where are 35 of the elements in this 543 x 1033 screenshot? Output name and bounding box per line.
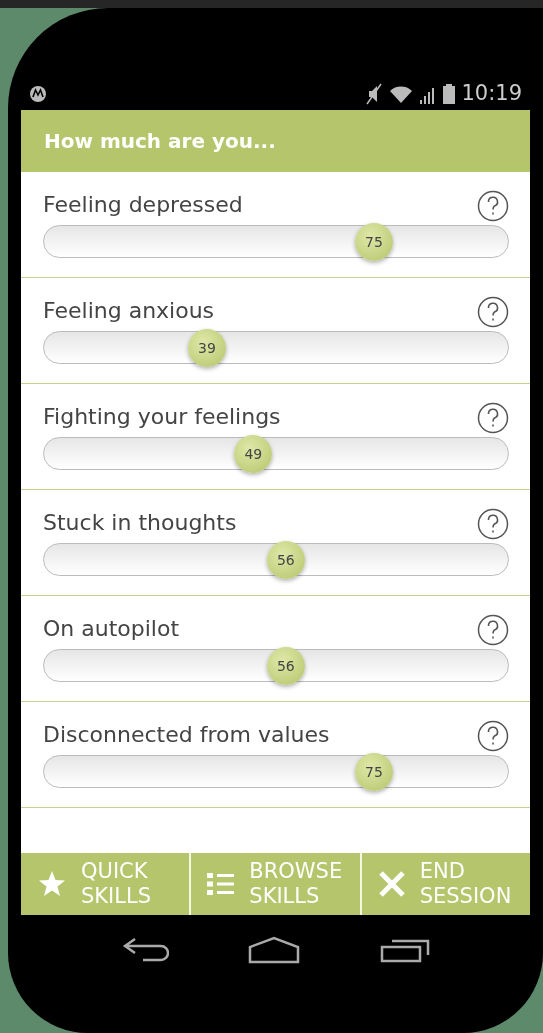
slider-track[interactable]: 75	[43, 755, 509, 788]
help-icon[interactable]	[477, 508, 509, 540]
slider-track[interactable]: 56	[43, 543, 509, 576]
wifi-icon	[389, 84, 414, 104]
slider-label: Fighting your feelings	[43, 403, 281, 431]
star-icon	[37, 869, 67, 899]
slider-label: Feeling depressed	[43, 191, 243, 219]
slider-label: Disconnected from values	[43, 721, 330, 749]
slider-track[interactable]: 49	[43, 437, 509, 470]
slider-thumb[interactable]: 56	[266, 647, 305, 685]
help-icon[interactable]	[477, 296, 509, 328]
recent-apps-icon[interactable]	[380, 937, 431, 963]
slider-track[interactable]: 56	[43, 649, 509, 682]
slider-track[interactable]: 39	[43, 331, 509, 364]
slider-track[interactable]: 75	[43, 225, 509, 258]
list-icon	[207, 872, 236, 896]
home-icon[interactable]	[248, 936, 301, 964]
clock-time: 10:19	[461, 80, 522, 108]
close-icon	[377, 870, 406, 898]
slider-label: Feeling anxious	[43, 297, 215, 325]
slider-thumb[interactable]: 75	[355, 223, 393, 261]
logo-icon	[29, 85, 47, 103]
slider-thumb[interactable]: 49	[234, 435, 273, 473]
slider-label: On autopilot	[43, 615, 180, 643]
screen-title: How much are you...	[44, 128, 276, 155]
battery-icon	[443, 84, 456, 104]
help-icon[interactable]	[477, 614, 509, 646]
slider-thumb[interactable]: 56	[266, 541, 305, 579]
mute-icon	[365, 83, 384, 105]
slider-thumb[interactable]: 39	[187, 329, 226, 367]
help-icon[interactable]	[477, 720, 509, 752]
slider-thumb[interactable]: 75	[355, 753, 393, 791]
help-icon[interactable]	[477, 190, 509, 222]
help-icon[interactable]	[477, 402, 509, 434]
slider-label: Stuck in thoughts	[43, 509, 237, 537]
